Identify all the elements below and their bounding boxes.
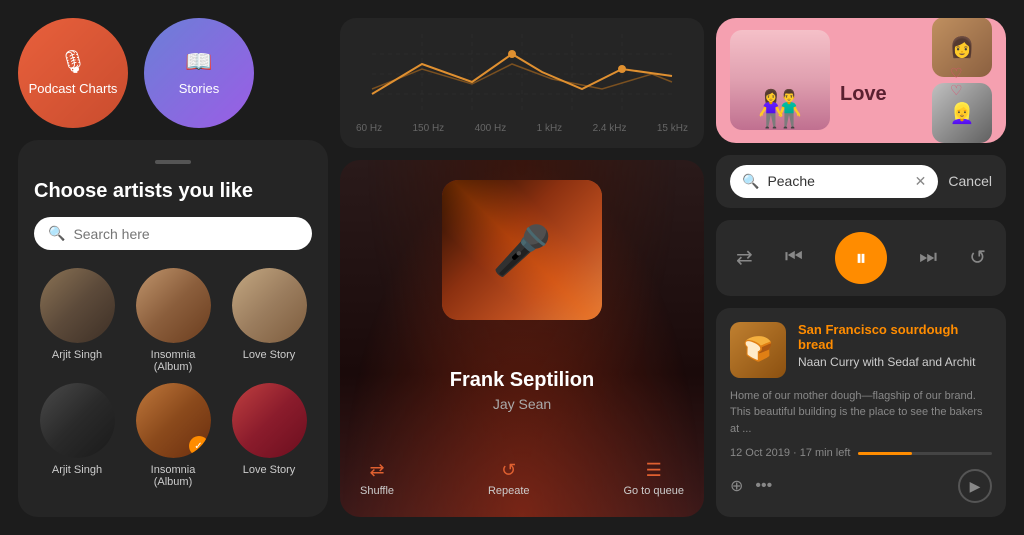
- list-item[interactable]: Insomnia (Album): [130, 268, 216, 373]
- player-art-inner: 🎤: [442, 180, 602, 320]
- podcast-charts-circle[interactable]: 🎙 Podcast Charts: [18, 18, 128, 128]
- love-title-area: ♡ ♡ Love: [840, 55, 922, 106]
- podcast-play-button[interactable]: ▶: [958, 469, 992, 503]
- search-cancel-button[interactable]: Cancel: [948, 173, 992, 189]
- add-button[interactable]: ⊕: [730, 476, 743, 496]
- shuffle-control[interactable]: ⇄ Shuffle: [360, 460, 394, 497]
- queue-icon: ☰: [646, 460, 662, 481]
- stories-circle[interactable]: 📖 Stories: [144, 18, 254, 128]
- avatar: ✓: [136, 383, 211, 458]
- search-icon: 🔍: [742, 173, 759, 190]
- player-controls: ⇄ Shuffle ↺ Repeate ☰ Go to queue: [360, 460, 684, 497]
- player-card: 🎤 Frank Septilion Jay Sean ⇄ Shuffle ↺ R…: [340, 160, 704, 517]
- podcast-top-section: 🍞 San Francisco sourdough bread Naan Cur…: [730, 322, 992, 378]
- artist-name: Arjit Singh: [52, 464, 102, 476]
- list-item[interactable]: Arjit Singh: [34, 268, 120, 373]
- love-couple-image: 👫: [730, 30, 830, 130]
- list-item[interactable]: ✓ Insomnia (Album): [130, 383, 216, 488]
- artist-name: Insomnia (Album): [130, 349, 216, 373]
- eq-label-1khz: 1 kHz: [537, 123, 563, 134]
- podcast-card: 🍞 San Francisco sourdough bread Naan Cur…: [716, 308, 1006, 518]
- player-info: Frank Septilion Jay Sean: [450, 369, 594, 412]
- rewind-button[interactable]: ⏮: [785, 246, 803, 269]
- repeat-label: Repeate: [488, 485, 530, 497]
- list-item[interactable]: Love Story: [226, 268, 312, 373]
- podcast-subtitle: Naan Curry with Sedaf and Archit: [798, 355, 992, 369]
- artists-grid: Arjit Singh Insomnia (Album) Love Story: [34, 268, 312, 488]
- search-icon: 🔍: [48, 225, 65, 242]
- app-container: 🎙 Podcast Charts 📖 Stories Choose artist…: [0, 0, 1024, 535]
- repeat-button[interactable]: ↺: [969, 245, 986, 270]
- artist-name: Love Story: [243, 349, 296, 361]
- drag-handle[interactable]: [155, 160, 191, 164]
- player-artist-name: Frank Septilion: [450, 369, 594, 392]
- podcast-actions: ⊕ ••• ▶: [730, 469, 992, 503]
- queue-label: Go to queue: [623, 485, 684, 497]
- list-item[interactable]: Love Story: [226, 383, 312, 488]
- podcast-meta: 12 Oct 2019 · 17 min left: [730, 447, 992, 459]
- podcast-title: San Francisco sourdough bread: [798, 322, 992, 352]
- equalizer-chart: [356, 34, 688, 114]
- bread-icon: 🍞: [743, 335, 773, 364]
- player-song-name: Jay Sean: [450, 396, 594, 412]
- podcast-progress-bar: [858, 452, 992, 455]
- avatar: [136, 268, 211, 343]
- shuffle-button[interactable]: ⇄: [736, 245, 753, 270]
- artist-card-title: Choose artists you like: [34, 180, 312, 203]
- artist-name: Love Story: [243, 464, 296, 476]
- search-value: Peache: [767, 173, 814, 189]
- heart-icons: ♡ ♡: [950, 65, 963, 99]
- eq-label-15khz: 15 kHz: [657, 123, 688, 134]
- podcast-info: San Francisco sourdough bread Naan Curry…: [798, 322, 992, 378]
- pause-button[interactable]: ⏸: [835, 232, 887, 284]
- artist-selector-card: Choose artists you like 🔍 Arjit Singh: [18, 140, 328, 517]
- forward-button[interactable]: ⏭: [919, 246, 937, 269]
- equalizer-card: 60 Hz 150 Hz 400 Hz 1 kHz 2.4 kHz 15 kHz: [340, 18, 704, 148]
- microphone-icon: 🎙: [59, 49, 87, 75]
- podcast-progress-fill: [858, 452, 911, 455]
- podcast-thumbnail: 🍞: [730, 322, 786, 378]
- avatar: [232, 383, 307, 458]
- queue-control[interactable]: ☰ Go to queue: [623, 460, 684, 497]
- player-album-art: 🎤: [442, 180, 602, 320]
- eq-labels: 60 Hz 150 Hz 400 Hz 1 kHz 2.4 kHz 15 kHz: [356, 123, 688, 134]
- search-card: 🔍 Peache ✕ Cancel: [716, 155, 1006, 208]
- list-item[interactable]: Arjit Singh: [34, 383, 120, 488]
- love-main-image: 👫: [730, 30, 830, 130]
- artist-name: Arjit Singh: [52, 349, 102, 361]
- avatar: [40, 383, 115, 458]
- left-column: 🎙 Podcast Charts 📖 Stories Choose artist…: [18, 18, 328, 517]
- eq-label-400hz: 400 Hz: [475, 123, 507, 134]
- playback-controls-card: ⇄ ⏮ ⏸ ⏭ ↺: [716, 220, 1006, 296]
- love-card: 👫 ♡ ♡ Love 👩 👱‍♀️: [716, 18, 1006, 143]
- search-pill[interactable]: 🔍 Peache ✕: [730, 165, 938, 198]
- artist-search-box[interactable]: 🔍: [34, 217, 312, 250]
- shuffle-label: Shuffle: [360, 485, 394, 497]
- eq-label-150hz: 150 Hz: [413, 123, 445, 134]
- eq-label-24khz: 2.4 kHz: [593, 123, 627, 134]
- book-icon: 📖: [185, 49, 212, 75]
- stories-label: Stories: [179, 81, 219, 98]
- clear-search-button[interactable]: ✕: [915, 173, 927, 190]
- podcast-charts-label: Podcast Charts: [29, 81, 118, 98]
- right-column: 👫 ♡ ♡ Love 👩 👱‍♀️ 🔍 Peache ✕: [716, 18, 1006, 517]
- more-button[interactable]: •••: [755, 477, 772, 495]
- shuffle-icon: ⇄: [369, 460, 384, 481]
- avatar: [40, 268, 115, 343]
- love-title: Love: [840, 83, 922, 106]
- artist-search-input[interactable]: [73, 226, 298, 242]
- podcast-description: Home of our mother dough—flagship of our…: [730, 388, 992, 438]
- circles-row: 🎙 Podcast Charts 📖 Stories: [18, 18, 328, 128]
- avatar: [232, 268, 307, 343]
- selected-badge: ✓: [189, 436, 209, 456]
- repeat-control[interactable]: ↺ Repeate: [488, 460, 530, 497]
- middle-column: 60 Hz 150 Hz 400 Hz 1 kHz 2.4 kHz 15 kHz…: [340, 18, 704, 517]
- artist-name: Insomnia (Album): [130, 464, 216, 488]
- podcast-date: 12 Oct 2019 · 17 min left: [730, 447, 850, 459]
- repeat-icon: ↺: [501, 460, 516, 481]
- eq-label-60hz: 60 Hz: [356, 123, 382, 134]
